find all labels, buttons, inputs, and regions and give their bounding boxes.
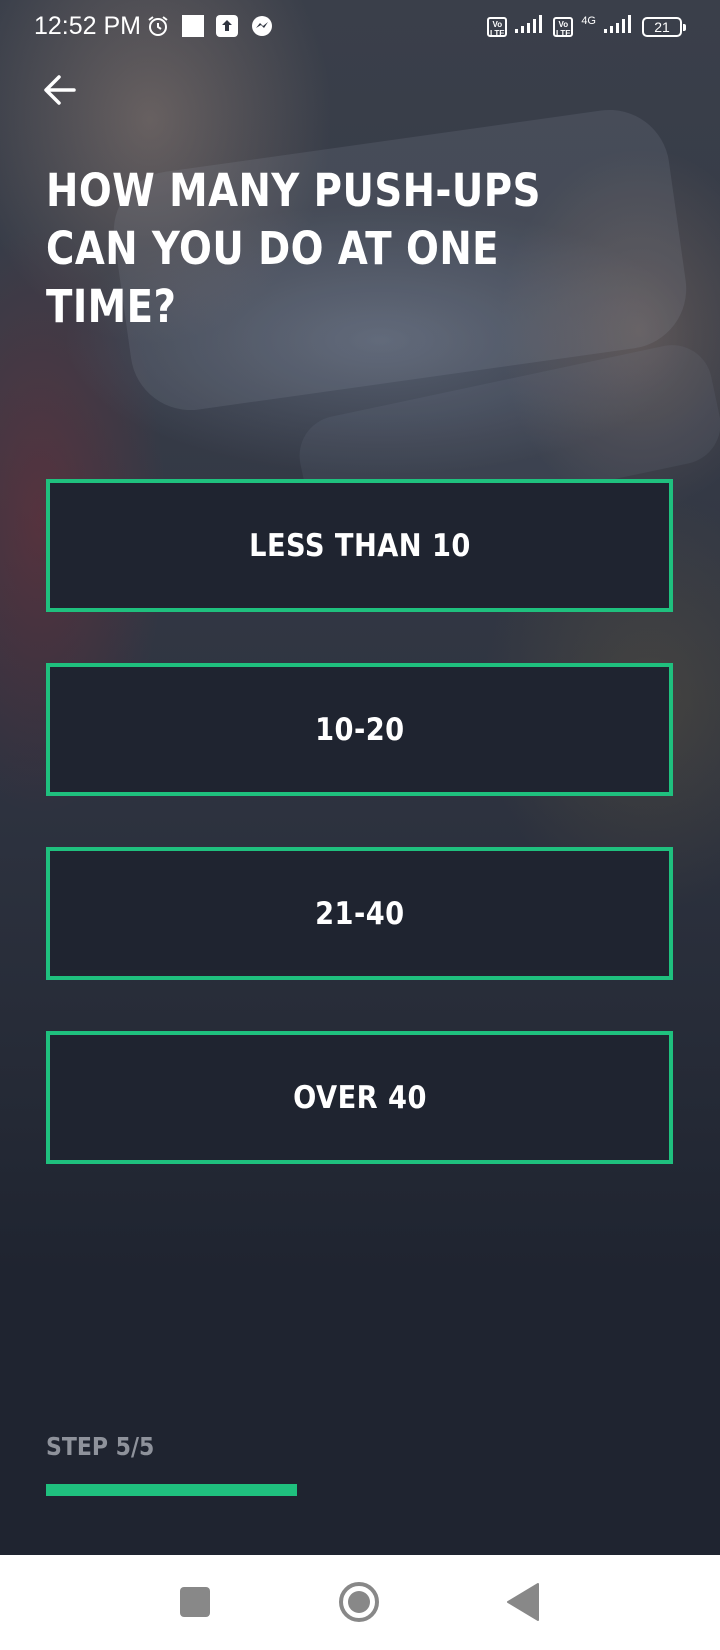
battery-icon: 21 (642, 16, 686, 37)
status-time: 12:52 PM (34, 12, 142, 40)
option-over-40-button[interactable]: OVER 40 (46, 1031, 673, 1164)
signal-4g-icon (604, 14, 634, 39)
option-label: 21-40 (314, 895, 405, 932)
messenger-icon (250, 14, 274, 43)
option-label: 10-20 (314, 711, 405, 748)
option-label: LESS THAN 10 (248, 527, 471, 564)
option-21-40-button[interactable]: 21-40 (46, 847, 673, 980)
status-icons-right: Vo LTE Vo LTE 4G 21 (487, 14, 686, 39)
volte-icon: Vo LTE (553, 16, 574, 38)
arrow-left-icon (42, 72, 78, 113)
progress-bar (46, 1484, 673, 1496)
step-indicator: STEP 5/5 (46, 1432, 155, 1461)
battery-level: 21 (654, 18, 670, 35)
answer-options: LESS THAN 10 10-20 21-40 OVER 40 (46, 479, 673, 1215)
volte-icon: Vo LTE (487, 16, 508, 38)
status-icons-left (146, 14, 274, 43)
network-type: 4G (581, 14, 596, 27)
alarm-icon (146, 14, 170, 43)
question-title: HOW MANY PUSH-UPS CAN YOU DO AT ONE TIME… (46, 164, 541, 333)
navigation-bar (0, 1555, 720, 1650)
option-10-20-button[interactable]: 10-20 (46, 663, 673, 796)
option-label: OVER 40 (292, 1079, 427, 1116)
progress-fill (46, 1484, 297, 1496)
status-bar: 12:52 PM Vo LTE Vo LTE 4G 21 (0, 0, 720, 56)
upload-icon (216, 15, 238, 42)
back-button[interactable] (34, 66, 86, 118)
back-triangle-icon[interactable] (506, 1582, 540, 1622)
signal-icon (515, 14, 545, 39)
option-less-than-10-button[interactable]: LESS THAN 10 (46, 479, 673, 612)
recents-square-icon[interactable] (180, 1587, 210, 1617)
home-circle-icon[interactable] (338, 1581, 380, 1623)
notification-square-icon (182, 15, 204, 42)
